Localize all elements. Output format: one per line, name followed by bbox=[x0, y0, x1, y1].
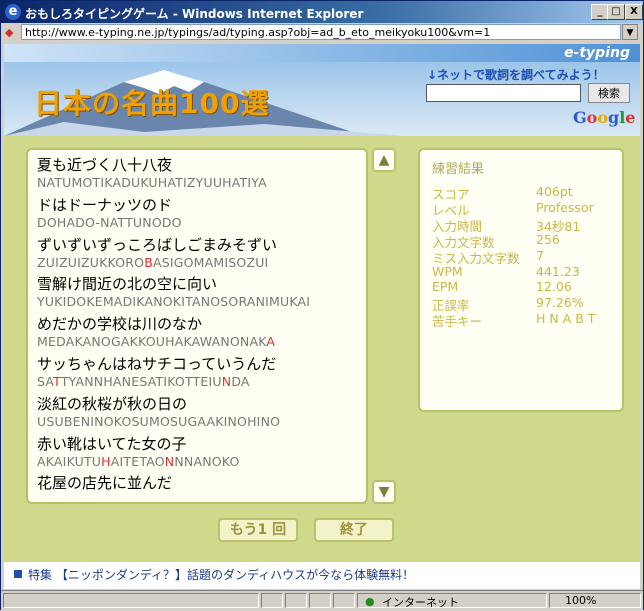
mistyped-char: B bbox=[144, 254, 153, 270]
page-content: e-typing 日本の名曲100選 ↓ネットで歌詞を調べてみよう！ 検索 Go… bbox=[4, 44, 640, 589]
result-label: EPM bbox=[432, 279, 459, 295]
lyric-line: ずいずいずっころばしごまみそずい bbox=[37, 235, 278, 254]
romaji-segment: DA bbox=[231, 374, 250, 389]
ie-icon: e bbox=[5, 4, 21, 20]
banner: 日本の名曲100選 ↓ネットで歌詞を調べてみよう！ 検索 Google bbox=[4, 62, 640, 136]
lyric-line: 雪解け間近の北の空に向い bbox=[37, 275, 218, 294]
result-value: H N A B T bbox=[536, 311, 596, 327]
game-area: 夏も近づく八十八夜 NATUMOTIKADUKUHATIZYUUHATIYA ドはド… bbox=[4, 136, 640, 562]
romaji-line: NATUMOTIKADUKUHATIZYUUHATIYA bbox=[37, 175, 267, 190]
address-bar: ◆ http://www.e-typing.ne.jp/typings/ad/t… bbox=[1, 23, 643, 43]
globe-icon: ● bbox=[365, 595, 375, 608]
bullet-icon bbox=[14, 570, 22, 578]
romaji-line: ZUIZUIZUKKOROBASIGOMAMISOZUI bbox=[37, 255, 268, 270]
address-dropdown-icon[interactable]: ▼ bbox=[622, 24, 638, 40]
result-value: 406pt bbox=[536, 184, 573, 199]
finish-button[interactable]: 終了 bbox=[314, 518, 394, 542]
romaji-segment: TYANNHANESATIKOTTEIU bbox=[60, 374, 222, 389]
romaji-segment: NNANOKO bbox=[174, 453, 240, 469]
mistyped-char: H bbox=[101, 453, 111, 469]
mistyped-char: A bbox=[266, 334, 276, 350]
lyric-line: ドはドーナッツのド bbox=[37, 195, 173, 214]
banner-title: 日本の名曲100選 bbox=[34, 87, 270, 120]
result-label: WPM bbox=[432, 263, 463, 279]
maximize-button[interactable]: □ bbox=[607, 4, 625, 20]
romaji-segment: AKAIKUTU bbox=[37, 453, 102, 469]
result-value: 256 bbox=[536, 231, 560, 247]
search-lyrics-link[interactable]: ↓ネットで歌詞を調べてみよう！ bbox=[427, 66, 605, 83]
google-logo[interactable]: Google bbox=[573, 108, 635, 127]
romaji-segment: ZUIZUIZUKKORO bbox=[37, 254, 145, 270]
result-value: 441.23 bbox=[536, 263, 580, 279]
romaji-segment: SA bbox=[37, 374, 54, 389]
close-button[interactable]: X bbox=[625, 4, 643, 20]
lyric-line: 花屋の店先に並んだ bbox=[37, 474, 173, 493]
zoom-level[interactable]: 100% bbox=[565, 594, 596, 607]
romaji-line: YUKIDOKEMADIKANOKITANOSORANIMUKAI bbox=[37, 294, 310, 309]
status-bar: ● インターネット 100% bbox=[1, 590, 643, 611]
romaji-segment: MEDAKANOGAKKOUHAKAWANONAK bbox=[37, 334, 267, 350]
zone-text: インターネット bbox=[382, 596, 459, 609]
status-cell bbox=[309, 593, 331, 608]
romaji-line: USUBENINOKOSUMOSUGAAKINOHINO bbox=[37, 414, 280, 429]
result-value: Professor bbox=[536, 199, 594, 215]
lyrics-panel: 夏も近づく八十八夜 NATUMOTIKADUKUHATIZYUUHATIYA ドはド… bbox=[26, 148, 368, 504]
romaji-segment: YUKIDOKEMADIKANOKITANOSORANIMUKAI bbox=[37, 294, 311, 310]
mistyped-char: N bbox=[164, 453, 175, 469]
result-value: 7 bbox=[536, 247, 544, 263]
romaji-segment: DOHADO-NATTUNODO bbox=[37, 214, 182, 230]
mistyped-char: N bbox=[221, 374, 232, 389]
lyric-line: サッちゃんはねサチコっていうんだ bbox=[37, 355, 277, 373]
result-title: 練習結果 bbox=[432, 162, 485, 177]
romaji-segment: ASIGOMAMISOZUI bbox=[152, 254, 269, 270]
search-button[interactable]: 検索 bbox=[588, 83, 630, 103]
news-ticker: 特集 【ニッポンダンディ？】話題のダンディハウスが今なら体験無料！ bbox=[4, 562, 640, 589]
address-input[interactable]: http://www.e-typing.ne.jp/typings/ad/typ… bbox=[21, 24, 621, 40]
result-panel: 練習結果 スコア 406pt レベル Professor 入力時間 34秒81 入力文字数 2… bbox=[418, 148, 624, 412]
logo-bar: e-typing bbox=[4, 44, 640, 62]
scroll-up-icon[interactable]: ▲ bbox=[372, 148, 396, 172]
lyric-line: 夏も近づく八十八夜 bbox=[37, 156, 173, 174]
lyric-line: 赤い靴はいてた女の子 bbox=[37, 434, 187, 453]
romaji-segment: USUBENINOKOSUMOSUGAAKINOHINO bbox=[37, 413, 281, 429]
retry-button[interactable]: もう1 回 bbox=[218, 518, 298, 542]
title-bar: e おもしろタイピングゲーム - Windows Internet Explor… bbox=[1, 1, 643, 23]
status-text-cell bbox=[3, 593, 259, 608]
status-cell bbox=[261, 593, 283, 608]
search-input[interactable] bbox=[426, 84, 581, 102]
scroll-down-icon[interactable]: ▼ bbox=[372, 480, 396, 504]
result-value: 12.06 bbox=[536, 279, 572, 295]
window-title: おもしろタイピングゲーム - Windows Internet Explorer bbox=[25, 7, 364, 21]
status-cell bbox=[285, 593, 307, 608]
romaji-line: AKAIKUTUHAITETAONNNANOKO bbox=[37, 454, 240, 469]
romaji-segment: AITETAO bbox=[110, 453, 165, 469]
news-link[interactable]: 特集 【ニッポンダンディ？】話題のダンディハウスが今なら体験無料！ bbox=[28, 566, 414, 583]
status-cell bbox=[333, 593, 355, 608]
mistyped-char: T bbox=[53, 374, 61, 389]
lyrics-scrollbar[interactable]: ▲ ▼ bbox=[372, 148, 396, 504]
romaji-segment: NATUMOTIKADUKUHATIZYUUHATIYA bbox=[37, 175, 267, 190]
romaji-line: DOHADO-NATTUNODO bbox=[37, 215, 182, 230]
scroll-track[interactable] bbox=[378, 172, 390, 480]
result-label: 苦手キー bbox=[432, 314, 483, 330]
result-value: 97.26% bbox=[536, 295, 584, 311]
romaji-line: SATTYANNHANESATIKOTTEIUNDA bbox=[37, 374, 250, 389]
lyric-line: 淡紅の秋桜が秋の日の bbox=[37, 394, 188, 413]
browser-window: e おもしろタイピングゲーム - Windows Internet Explor… bbox=[0, 0, 644, 611]
page-icon: ◆ bbox=[5, 26, 14, 39]
e-typing-logo[interactable]: e-typing bbox=[564, 44, 630, 62]
lyric-line: めだかの学校は川のなか bbox=[37, 315, 203, 334]
romaji-line: MEDAKANOGAKKOUHAKAWANONAKA bbox=[37, 334, 275, 349]
